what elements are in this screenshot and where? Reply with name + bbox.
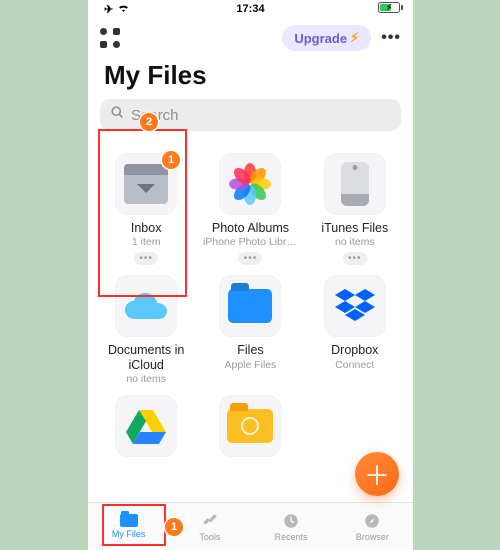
- upgrade-label: Upgrade: [294, 31, 347, 46]
- top-bar: Upgrade ⚡︎ •••: [88, 20, 413, 56]
- dropbox-icon: [334, 287, 376, 325]
- tile-dropbox[interactable]: Dropbox Connect: [303, 271, 407, 391]
- tile-subtitle: no items: [126, 373, 166, 385]
- downloads-folder-icon: [227, 409, 273, 443]
- plus-icon: ＋: [364, 456, 390, 493]
- status-bar: ✈︎ 17:34 ⚡︎: [88, 0, 413, 20]
- tile-subtitle: no items: [335, 236, 375, 248]
- tile-name: Documents in iCloud: [99, 343, 194, 372]
- photos-icon: [229, 163, 271, 205]
- tile-more-icon[interactable]: •••: [134, 252, 158, 265]
- tile-files[interactable]: Files Apple Files: [198, 271, 302, 391]
- tile-icon: [324, 275, 386, 337]
- tab-browser[interactable]: Browser: [332, 503, 413, 550]
- files-folder-icon: [228, 289, 272, 323]
- tab-label: Recents: [275, 532, 308, 542]
- tile-icon: [219, 153, 281, 215]
- upgrade-button[interactable]: Upgrade ⚡︎: [282, 25, 371, 51]
- tile-name: Dropbox: [331, 343, 378, 357]
- tab-recents[interactable]: Recents: [251, 503, 332, 550]
- search-input[interactable]: Search: [100, 99, 401, 131]
- tile-more-icon[interactable]: •••: [343, 252, 367, 265]
- clock: 17:34: [236, 3, 264, 15]
- search-placeholder: Search: [131, 107, 179, 124]
- wifi-icon: [117, 3, 130, 16]
- tile-inbox[interactable]: Inbox1 item •••: [94, 149, 198, 271]
- add-button[interactable]: ＋: [355, 452, 399, 496]
- tab-label: Tools: [199, 532, 220, 542]
- tile-drive[interactable]: [94, 391, 198, 463]
- tile-folder2[interactable]: [198, 391, 302, 463]
- tile-photos[interactable]: Photo AlbumsiPhone Photo Libra... •••: [198, 149, 302, 271]
- tab-bar: My Files Tools Recents Browser: [88, 502, 413, 550]
- battery-indicator: ⚡︎: [378, 2, 403, 16]
- app-menu-icon[interactable]: [100, 28, 120, 48]
- page-title: My Files: [88, 56, 413, 99]
- tile-icon: [115, 395, 177, 457]
- tab-label: My Files: [112, 529, 146, 539]
- tile-subtitle: 1 item: [132, 236, 161, 248]
- tab-label: Browser: [356, 532, 389, 542]
- tile-name: Photo Albums: [212, 221, 289, 235]
- tile-subtitle: iPhone Photo Libra...: [203, 236, 298, 248]
- drive-icon: [126, 408, 166, 444]
- clock-icon: [282, 512, 300, 530]
- tile-name: Files: [237, 343, 263, 357]
- tab-tools[interactable]: Tools: [169, 503, 250, 550]
- inbox-icon: [124, 164, 168, 204]
- tools-icon: [201, 512, 219, 530]
- more-icon[interactable]: •••: [381, 29, 401, 47]
- tile-icon: [115, 275, 177, 337]
- cloud-icon: [123, 291, 169, 321]
- tile-icon: [115, 153, 177, 215]
- bolt-icon: ⚡︎: [350, 30, 359, 46]
- tile-subtitle: Connect: [335, 359, 374, 371]
- compass-icon: [363, 512, 381, 530]
- tile-more-icon[interactable]: •••: [238, 252, 262, 265]
- tab-my-files[interactable]: My Files: [88, 503, 169, 550]
- search-icon: [110, 105, 125, 125]
- status-left: ✈︎: [104, 3, 130, 16]
- tile-icloud[interactable]: Documents in iCloudno items: [94, 271, 198, 391]
- itunes-icon: [341, 162, 369, 206]
- folder-icon: [120, 514, 138, 527]
- tile-name: iTunes Files: [321, 221, 388, 235]
- tile-itunes[interactable]: iTunes Filesno items •••: [303, 149, 407, 271]
- airplane-icon: ✈︎: [104, 3, 113, 16]
- tile-icon: [324, 153, 386, 215]
- tile-subtitle: Apple Files: [224, 359, 276, 371]
- files-grid: Inbox1 item•••Photo AlbumsiPhone Photo L…: [88, 141, 413, 502]
- tile-icon: [219, 395, 281, 457]
- app-screen: ✈︎ 17:34 ⚡︎ Upgrade ⚡︎ ••• My Files Sear…: [88, 0, 413, 550]
- tile-icon: [219, 275, 281, 337]
- tile-name: Inbox: [131, 221, 162, 235]
